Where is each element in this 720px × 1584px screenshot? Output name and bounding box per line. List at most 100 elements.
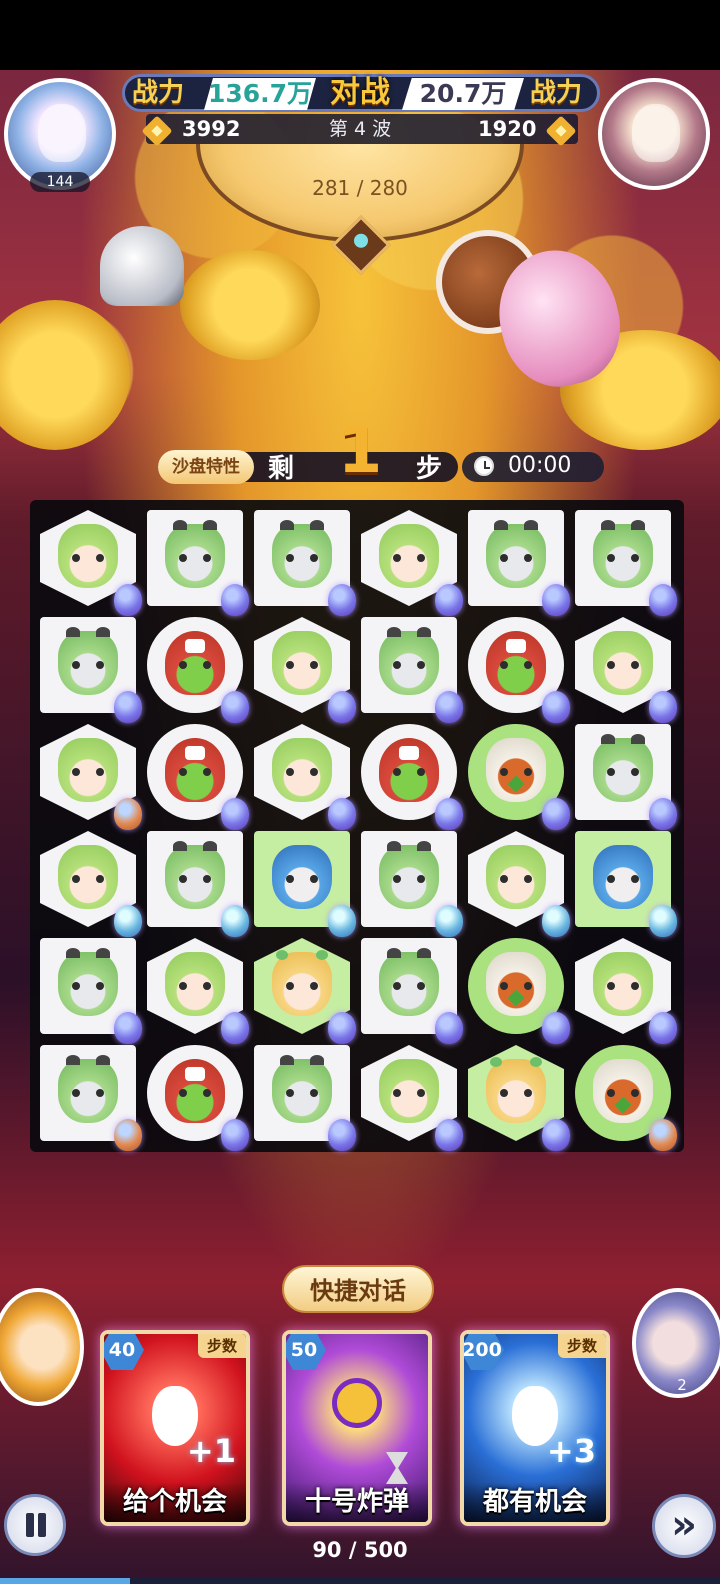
zombie-hero-icon <box>593 520 653 588</box>
leaf-icon <box>530 1057 542 1067</box>
fast-forward-button[interactable]: » <box>652 1494 716 1558</box>
steps-unit-label: 步 <box>416 454 443 484</box>
board-tile[interactable] <box>464 934 570 1044</box>
board-tile[interactable] <box>250 1041 356 1151</box>
board-tile[interactable] <box>250 720 356 830</box>
horn-icon <box>310 520 324 530</box>
board-tile[interactable] <box>357 1041 463 1151</box>
horn-icon <box>631 734 645 744</box>
egg-icon <box>435 905 463 937</box>
card-title: 十号炸弹 <box>286 1482 428 1522</box>
board-tile[interactable] <box>143 1041 249 1151</box>
board-tile[interactable] <box>36 720 142 830</box>
board-tile[interactable] <box>571 1041 677 1151</box>
leaf-icon <box>316 950 328 960</box>
egg-icon <box>328 1119 356 1151</box>
enemy-avatar[interactable] <box>598 78 710 190</box>
board-tile[interactable] <box>571 613 677 723</box>
horn-icon <box>173 520 187 530</box>
board-tile[interactable] <box>357 506 463 616</box>
bandage-icon <box>185 746 205 760</box>
skill-card[interactable]: 200 步数 +3 都有机会 <box>460 1330 610 1526</box>
board-tile[interactable] <box>464 720 570 830</box>
skill-card[interactable]: 50 十号炸弹 <box>282 1330 432 1526</box>
egg-icon <box>328 798 356 830</box>
zombie-hero-icon <box>58 948 118 1016</box>
bird-hero-icon <box>593 1059 653 1123</box>
egg-icon <box>221 1012 249 1044</box>
zombie-hero-icon <box>486 520 546 588</box>
board-tile[interactable] <box>36 613 142 723</box>
quick-chat-button[interactable]: 快捷对话 <box>282 1265 434 1313</box>
horn-icon <box>631 520 645 530</box>
girl-hero-icon <box>379 1059 439 1123</box>
progress-text: 90 / 500 <box>312 1538 408 1562</box>
board-tile[interactable] <box>357 827 463 937</box>
zombie-hero-icon <box>593 734 653 802</box>
board-tile[interactable] <box>571 827 677 937</box>
zombie-hero-icon <box>379 948 439 1016</box>
girl-hero-icon <box>486 845 546 909</box>
board-tile[interactable] <box>143 613 249 723</box>
board-tile[interactable] <box>357 720 463 830</box>
board-tile[interactable] <box>464 613 570 723</box>
enemy-power-label: 战力 <box>530 78 583 108</box>
coin-pile <box>180 250 320 360</box>
skill-card[interactable]: 40 步数 +1 给个机会 <box>100 1330 250 1526</box>
board-tile[interactable] <box>250 934 356 1044</box>
enemy-power-value: 20.7万 <box>402 78 524 110</box>
board-tile[interactable] <box>571 720 677 830</box>
versus-label: 对战 <box>330 75 390 110</box>
egg-icon <box>114 798 142 830</box>
bird-hero-icon <box>486 738 546 802</box>
egg-icon <box>221 798 249 830</box>
sandbox-feature-button[interactable]: 沙盘特性 <box>158 450 254 484</box>
egg-icon <box>221 584 249 616</box>
blonde-hero-icon <box>486 1057 546 1123</box>
board-tile[interactable] <box>143 720 249 830</box>
board-tile[interactable] <box>143 506 249 616</box>
board-tile[interactable] <box>464 506 570 616</box>
egg-icon <box>114 691 142 723</box>
zombie-hero-icon <box>165 841 225 909</box>
zombie-hero-icon <box>272 520 332 588</box>
board-tile[interactable] <box>464 1041 570 1151</box>
board-tile[interactable] <box>571 934 677 1044</box>
board-tile[interactable] <box>357 934 463 1044</box>
zombie-hero-icon <box>58 627 118 695</box>
horn-icon <box>66 1055 80 1065</box>
progress-fill <box>0 1578 130 1584</box>
goblin-hero-icon <box>486 631 546 695</box>
steps-count: 1 <box>337 414 383 488</box>
board-tile[interactable] <box>36 827 142 937</box>
girl-hero-icon <box>593 952 653 1016</box>
pause-button[interactable] <box>4 1494 66 1556</box>
horn-icon <box>494 520 508 530</box>
egg-icon <box>114 905 142 937</box>
egg-icon <box>542 584 570 616</box>
board-tile[interactable] <box>571 506 677 616</box>
boss-hp-text: 281 / 280 <box>312 176 408 200</box>
egg-icon <box>435 584 463 616</box>
board-tile[interactable] <box>464 827 570 937</box>
board-tile[interactable] <box>357 613 463 723</box>
horn-icon <box>387 627 401 637</box>
horn-icon <box>203 520 217 530</box>
girl-hero-icon <box>165 952 225 1016</box>
bandage-icon <box>399 746 419 760</box>
horn-icon <box>387 948 401 958</box>
board-tile[interactable] <box>36 1041 142 1151</box>
board-tile[interactable] <box>250 506 356 616</box>
board-tile[interactable] <box>36 934 142 1044</box>
board-tile[interactable] <box>143 827 249 937</box>
egg-icon <box>649 691 677 723</box>
board-tile[interactable] <box>250 613 356 723</box>
board-tile[interactable] <box>143 934 249 1044</box>
beak-icon <box>614 1096 632 1114</box>
egg-icon <box>435 1119 463 1151</box>
timer-text: 00:00 <box>508 453 572 478</box>
card-bonus: +1 <box>186 1432 236 1470</box>
board-tile[interactable] <box>250 827 356 937</box>
board-tile[interactable] <box>36 506 142 616</box>
egg-icon <box>221 905 249 937</box>
